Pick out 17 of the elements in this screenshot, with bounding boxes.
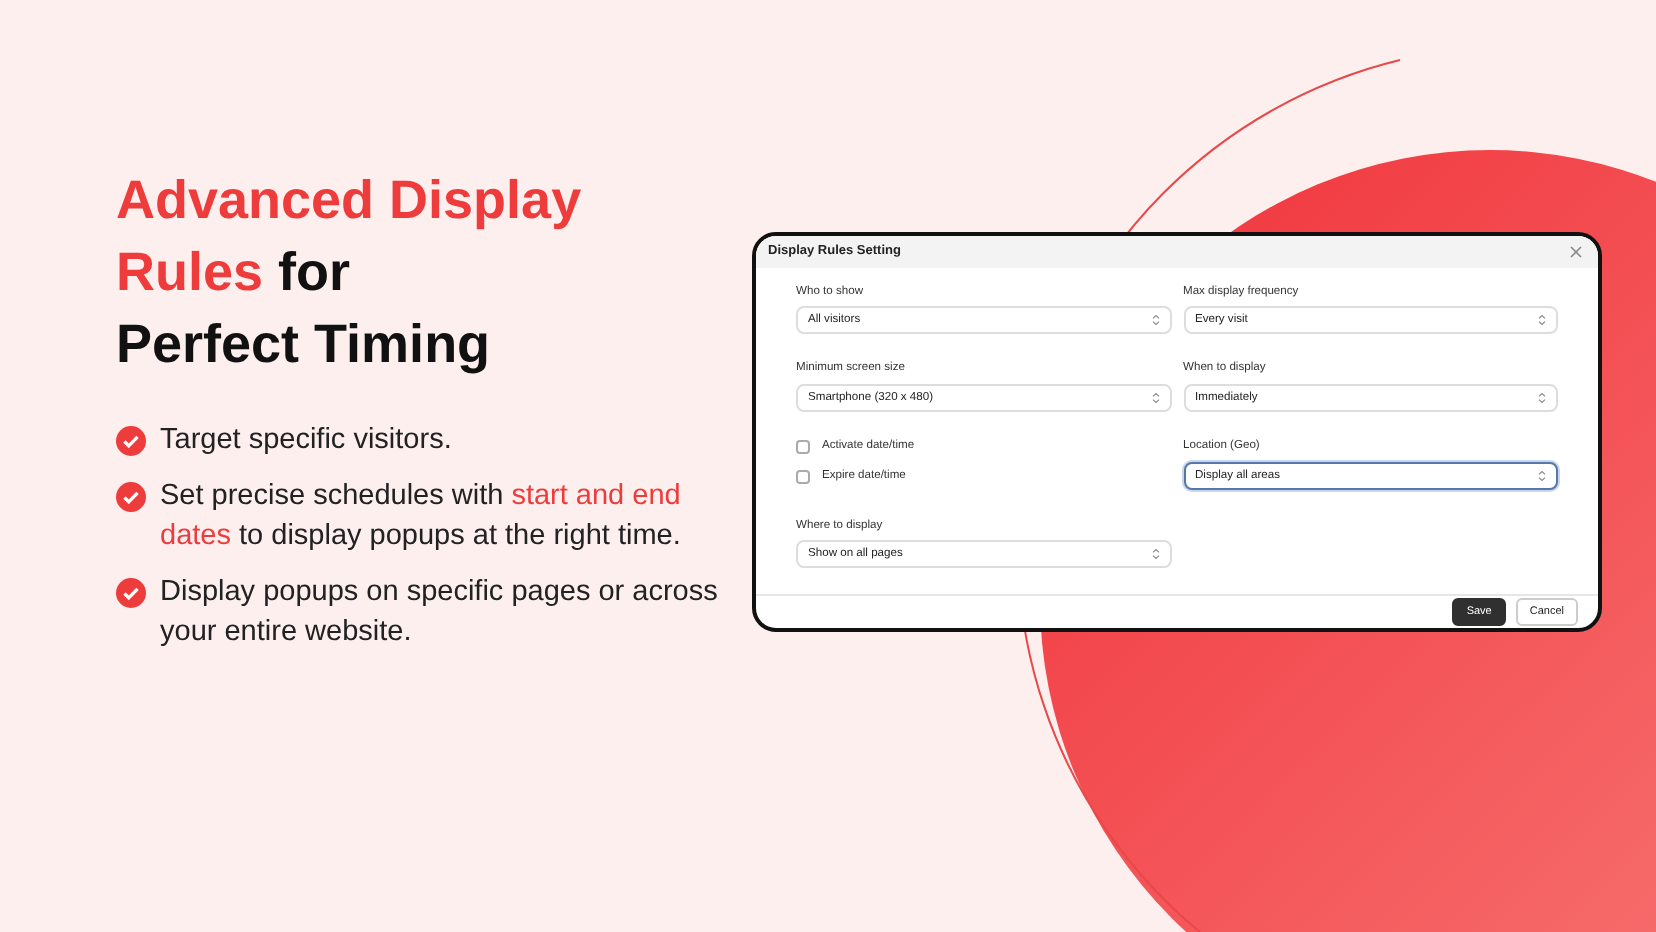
chevron-up-down-icon — [1538, 469, 1546, 482]
check-circle-icon — [116, 426, 146, 456]
check-circle-icon — [116, 482, 146, 512]
close-icon — [1570, 246, 1582, 259]
close-button[interactable] — [1570, 242, 1582, 261]
chevron-up-down-icon — [1538, 314, 1546, 327]
bullet-text: Display popups on specific pages or across your entire website. — [160, 574, 720, 652]
headline: Advanced Display Rules for Perfect Timing — [116, 168, 584, 378]
checkbox[interactable] — [796, 440, 810, 454]
checkbox[interactable] — [796, 469, 810, 484]
chevron-up-down-icon — [1538, 392, 1546, 405]
chevron-up-down-icon — [1151, 314, 1159, 327]
bullet-text: Set precise schedules with start and end dates to display popups at the right time. — [160, 478, 683, 556]
bullet-text: Target specific visitors. — [160, 422, 452, 460]
chevron-up-down-icon — [1151, 548, 1159, 561]
check-circle-icon — [116, 578, 146, 608]
chevron-up-down-icon — [1151, 392, 1159, 405]
